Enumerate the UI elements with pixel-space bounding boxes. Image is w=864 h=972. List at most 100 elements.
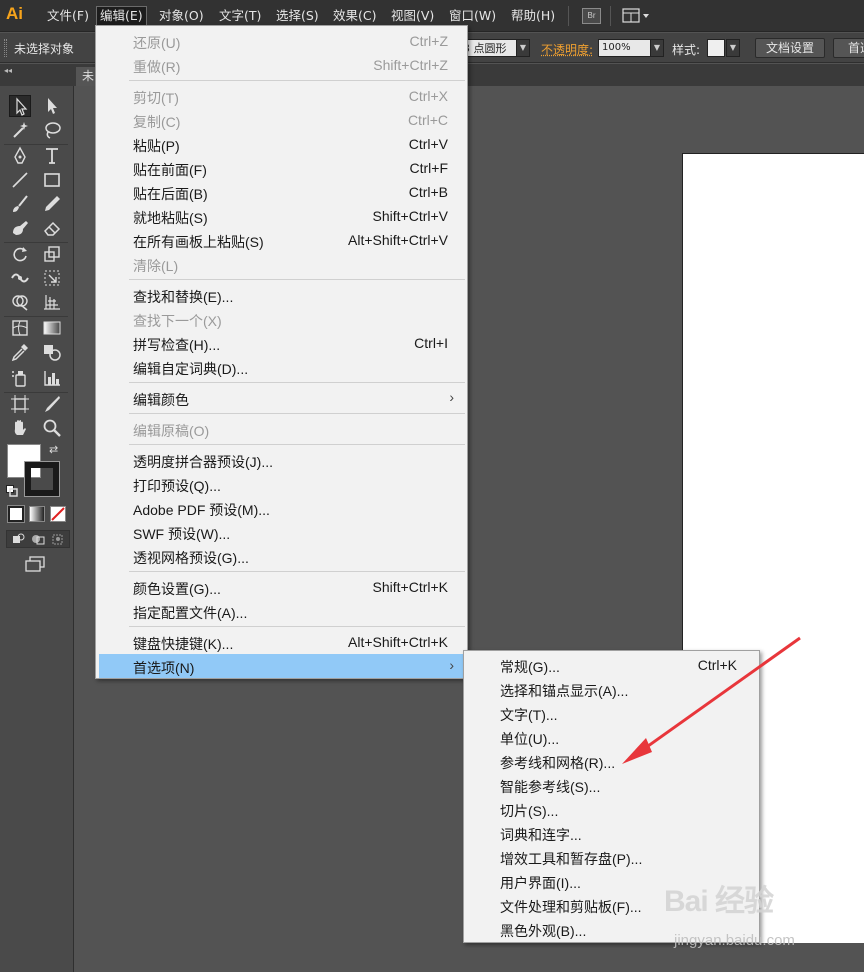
menu-item-edit-dictionary[interactable]: 编辑自定词典(D)... — [99, 355, 464, 379]
gradient-mode-button[interactable] — [29, 506, 45, 522]
bridge-button[interactable]: Br — [582, 8, 601, 24]
opacity-label[interactable]: 不透明度: — [541, 41, 593, 58]
direct-selection-tool-icon[interactable] — [41, 95, 63, 117]
default-fill-stroke-icon[interactable] — [6, 485, 18, 497]
eyedropper-tool-icon[interactable] — [9, 341, 31, 363]
menu-item-paste-in-back[interactable]: 贴在后面(B) Ctrl+B — [99, 180, 464, 204]
menu-select[interactable]: 选择(S) — [273, 6, 322, 26]
menu-item-shortcut: Ctrl+V — [408, 136, 448, 152]
style-dropdown-icon[interactable]: ▼ — [726, 39, 740, 57]
menu-item-paste-in-front[interactable]: 贴在前面(F) Ctrl+F — [99, 156, 464, 180]
blob-brush-tool-icon[interactable] — [9, 217, 31, 239]
perspective-grid-tool-icon[interactable] — [41, 291, 63, 313]
blend-tool-icon[interactable] — [41, 341, 63, 363]
arrange-documents-icon[interactable] — [622, 8, 652, 24]
rotate-tool-icon[interactable] — [9, 243, 31, 265]
artboard-tool-icon[interactable] — [9, 393, 31, 415]
swap-fill-stroke-icon[interactable]: ⇄ — [49, 444, 61, 456]
pen-tool-icon[interactable] — [9, 145, 31, 167]
menu-item-shortcut: Ctrl+F — [409, 160, 449, 176]
menu-item-flattener-presets[interactable]: 透明度拼合器预设(J)... — [99, 448, 464, 472]
submenu-item-user-interface[interactable]: 用户界面(I)... — [467, 870, 758, 894]
none-mode-icon[interactable] — [50, 506, 66, 522]
menu-item-print-presets[interactable]: 打印预设(Q)... — [99, 472, 464, 496]
color-mode-button[interactable] — [7, 505, 25, 523]
submenu-item-file-handling-clipboard[interactable]: 文件处理和剪贴板(F)... — [467, 894, 758, 918]
submenu-item-hyphenation[interactable]: 词典和连字... — [467, 822, 758, 846]
paintbrush-tool-icon[interactable] — [9, 193, 31, 215]
menu-item-paste[interactable]: 粘贴(P) Ctrl+V — [99, 132, 464, 156]
preferences-button[interactable]: 首选 — [833, 38, 864, 58]
submenu-item-type[interactable]: 文字(T)... — [467, 702, 758, 726]
stroke-swatch[interactable] — [24, 461, 60, 497]
menu-item-cut[interactable]: 剪切(T) Ctrl+X — [99, 84, 464, 108]
menu-item-swf-presets[interactable]: SWF 预设(W)... — [99, 520, 464, 544]
brush-dropdown-icon[interactable]: ▼ — [516, 39, 530, 57]
selection-tool-icon[interactable] — [9, 95, 31, 117]
lasso-tool-icon[interactable] — [41, 119, 63, 141]
menu-edit[interactable]: 编辑(E) — [96, 6, 147, 26]
menu-view[interactable]: 视图(V) — [388, 6, 437, 26]
submenu-item-slices[interactable]: 切片(S)... — [467, 798, 758, 822]
menu-item-label: Adobe PDF 预设(M)... — [133, 502, 270, 518]
menu-item-preferences[interactable]: 首选项(N) › — [99, 654, 464, 678]
width-tool-icon[interactable] — [9, 267, 31, 289]
menu-item-pdf-presets[interactable]: Adobe PDF 预设(M)... — [99, 496, 464, 520]
shape-builder-tool-icon[interactable] — [9, 291, 31, 313]
menu-item-paste-all-artboards[interactable]: 在所有画板上粘贴(S) Alt+Shift+Ctrl+V — [99, 228, 464, 252]
menu-item-redo[interactable]: 重做(R) Shift+Ctrl+Z — [99, 53, 464, 77]
collapse-panel-icon[interactable]: ◂◂ — [4, 66, 12, 75]
submenu-item-appearance-of-black[interactable]: 黑色外观(B)... — [467, 918, 758, 942]
draw-inside-icon[interactable] — [51, 533, 65, 545]
hand-tool-icon[interactable] — [9, 417, 31, 439]
free-transform-tool-icon[interactable] — [41, 267, 63, 289]
screen-mode-icon[interactable] — [24, 556, 46, 572]
menu-item-edit-original[interactable]: 编辑原稿(O) — [99, 417, 464, 441]
menu-file[interactable]: 文件(F) — [44, 6, 92, 26]
menu-item-perspective-grid-presets[interactable]: 透视网格预设(G)... — [99, 544, 464, 568]
pencil-tool-icon[interactable] — [41, 193, 63, 215]
magic-wand-tool-icon[interactable] — [9, 119, 31, 141]
menu-item-color-settings[interactable]: 颜色设置(G)... Shift+Ctrl+K — [99, 575, 464, 599]
draw-behind-icon[interactable] — [31, 533, 45, 545]
opacity-dropdown-icon[interactable]: ▼ — [650, 39, 664, 57]
menu-item-spell-check[interactable]: 拼写检查(H)... Ctrl+I — [99, 331, 464, 355]
menu-item-assign-profile[interactable]: 指定配置文件(A)... — [99, 599, 464, 623]
menu-object[interactable]: 对象(O) — [156, 6, 207, 26]
submenu-item-units[interactable]: 单位(U)... — [467, 726, 758, 750]
menu-item-find-replace[interactable]: 查找和替换(E)... — [99, 283, 464, 307]
menu-help[interactable]: 帮助(H) — [508, 6, 558, 26]
column-graph-tool-icon[interactable] — [41, 367, 63, 389]
menu-window[interactable]: 窗口(W) — [446, 6, 499, 26]
submenu-item-selection-anchor-display[interactable]: 选择和锚点显示(A)... — [467, 678, 758, 702]
submenu-item-plugins-scratch-disks[interactable]: 增效工具和暂存盘(P)... — [467, 846, 758, 870]
style-swatch[interactable] — [707, 39, 725, 57]
draw-normal-icon[interactable] — [11, 533, 25, 545]
document-setup-button[interactable]: 文档设置 — [755, 38, 825, 58]
menu-item-undo[interactable]: 还原(U) Ctrl+Z — [99, 29, 464, 53]
submenu-item-smart-guides[interactable]: 智能参考线(S)... — [467, 774, 758, 798]
symbol-sprayer-tool-icon[interactable] — [9, 367, 31, 389]
type-tool-icon[interactable] — [41, 145, 63, 167]
menu-effect[interactable]: 效果(C) — [330, 6, 379, 26]
menu-item-paste-in-place[interactable]: 就地粘贴(S) Shift+Ctrl+V — [99, 204, 464, 228]
tools-panel: ⇄ — [0, 86, 74, 972]
menu-item-label: 查找下一个(X) — [133, 313, 222, 329]
menu-item-copy[interactable]: 复制(C) Ctrl+C — [99, 108, 464, 132]
slice-tool-icon[interactable] — [41, 393, 63, 415]
zoom-tool-icon[interactable] — [41, 417, 63, 439]
menu-item-find-next[interactable]: 查找下一个(X) — [99, 307, 464, 331]
mesh-tool-icon[interactable] — [9, 317, 31, 339]
menu-item-edit-colors[interactable]: 编辑颜色 › — [99, 386, 464, 410]
line-segment-tool-icon[interactable] — [9, 169, 31, 191]
eraser-tool-icon[interactable] — [41, 217, 63, 239]
panel-grip-icon[interactable] — [4, 39, 7, 57]
menu-type[interactable]: 文字(T) — [216, 6, 264, 26]
scale-tool-icon[interactable] — [41, 243, 63, 265]
submenu-item-general[interactable]: 常规(G)... Ctrl+K — [467, 654, 758, 678]
gradient-tool-icon[interactable] — [41, 317, 63, 339]
submenu-item-guides-grid[interactable]: 参考线和网格(R)... — [467, 750, 758, 774]
menu-item-clear[interactable]: 清除(L) — [99, 252, 464, 276]
rectangle-tool-icon[interactable] — [41, 169, 63, 191]
menu-item-keyboard-shortcuts[interactable]: 键盘快捷键(K)... Alt+Shift+Ctrl+K — [99, 630, 464, 654]
